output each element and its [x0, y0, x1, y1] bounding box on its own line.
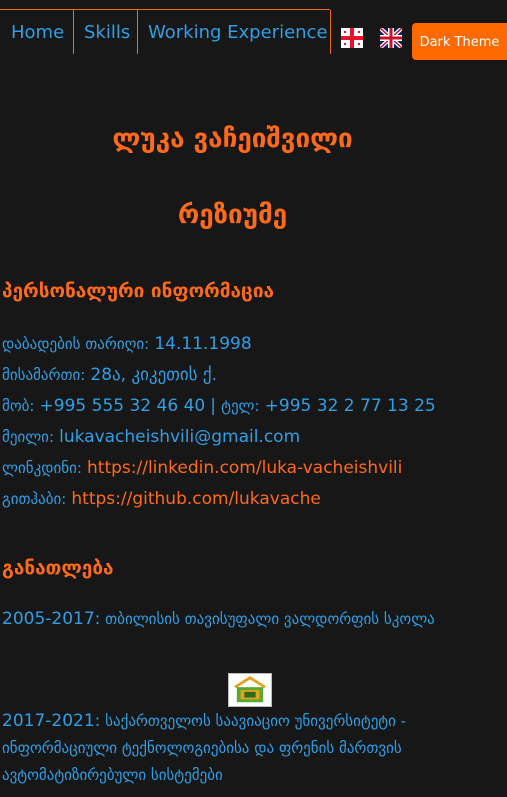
- email-value: lukavacheishvili@gmail.com: [59, 427, 301, 447]
- nav-home-link[interactable]: Home: [11, 10, 64, 54]
- mobile-value: +995 555 32 46 40: [39, 396, 206, 416]
- dob-label: დაბადების თარიღი:: [2, 335, 150, 353]
- github-link[interactable]: https://github.com/lukavache: [71, 489, 320, 509]
- nav-skills-link[interactable]: Skills: [84, 10, 130, 54]
- university-logo-icon: [228, 673, 272, 707]
- address-label: მისამართი:: [2, 366, 86, 384]
- education-item: 2005-2017: თბილისის თავისუფალი ვალდორფის…: [2, 606, 442, 633]
- email-label: მეილი:: [2, 428, 55, 446]
- linkedin-label: ლინკდინი:: [2, 459, 82, 477]
- education-years: 2017-2021:: [2, 711, 101, 731]
- phone-value: +995 32 2 77 13 25: [264, 396, 436, 416]
- linkedin-row: ლინკდინი: https://linkedin.com/luka-vach…: [2, 458, 402, 478]
- github-label: გითჰაბი:: [2, 490, 67, 508]
- dark-theme-button[interactable]: Dark Theme: [412, 23, 507, 60]
- education-heading: განათლება: [2, 557, 114, 579]
- nav-working-experience-link[interactable]: Working Experience: [148, 10, 328, 54]
- education-school: თბილისის თავისუფალი ვალდორფის სკოლა: [105, 610, 435, 628]
- dob-row: დაბადების თარიღი: 14.11.1998: [2, 334, 252, 354]
- nav-separator: [330, 10, 331, 54]
- personal-info-heading: პერსონალური ინფორმაცია: [2, 280, 275, 302]
- mobile-label: მობ:: [2, 397, 35, 415]
- education-years: 2005-2017:: [2, 609, 101, 629]
- email-row: მეილი: lukavacheishvili@gmail.com: [2, 427, 300, 447]
- address-row: მისამართი: 28ა, კიკეთის ქ.: [2, 365, 217, 385]
- linkedin-link[interactable]: https://linkedin.com/luka-vacheishvili: [87, 458, 402, 478]
- top-nav: Home Skills Working Experience Dark Them…: [0, 0, 507, 60]
- phone-separator: |: [210, 396, 217, 416]
- phone-label: ტელ:: [221, 397, 260, 415]
- page-title: ლუკა ვაჩეიშვილი: [112, 124, 353, 154]
- address-value: 28ა, კიკეთის ქ.: [90, 365, 218, 385]
- georgia-flag-icon[interactable]: [341, 28, 363, 48]
- nav-separator: [73, 10, 74, 54]
- github-row: გითჰაბი: https://github.com/lukavache: [2, 489, 321, 509]
- phone-row: მობ: +995 555 32 46 40 | ტელ: +995 32 2 …: [2, 396, 436, 416]
- page-subtitle: რეზიუმე: [177, 200, 288, 230]
- dob-value: 14.11.1998: [154, 334, 252, 354]
- education-item: 2017-2021: საქართველოს საავიაციო უნივერს…: [2, 708, 442, 789]
- uk-flag-icon[interactable]: [380, 28, 402, 48]
- nav-separator: [137, 10, 138, 54]
